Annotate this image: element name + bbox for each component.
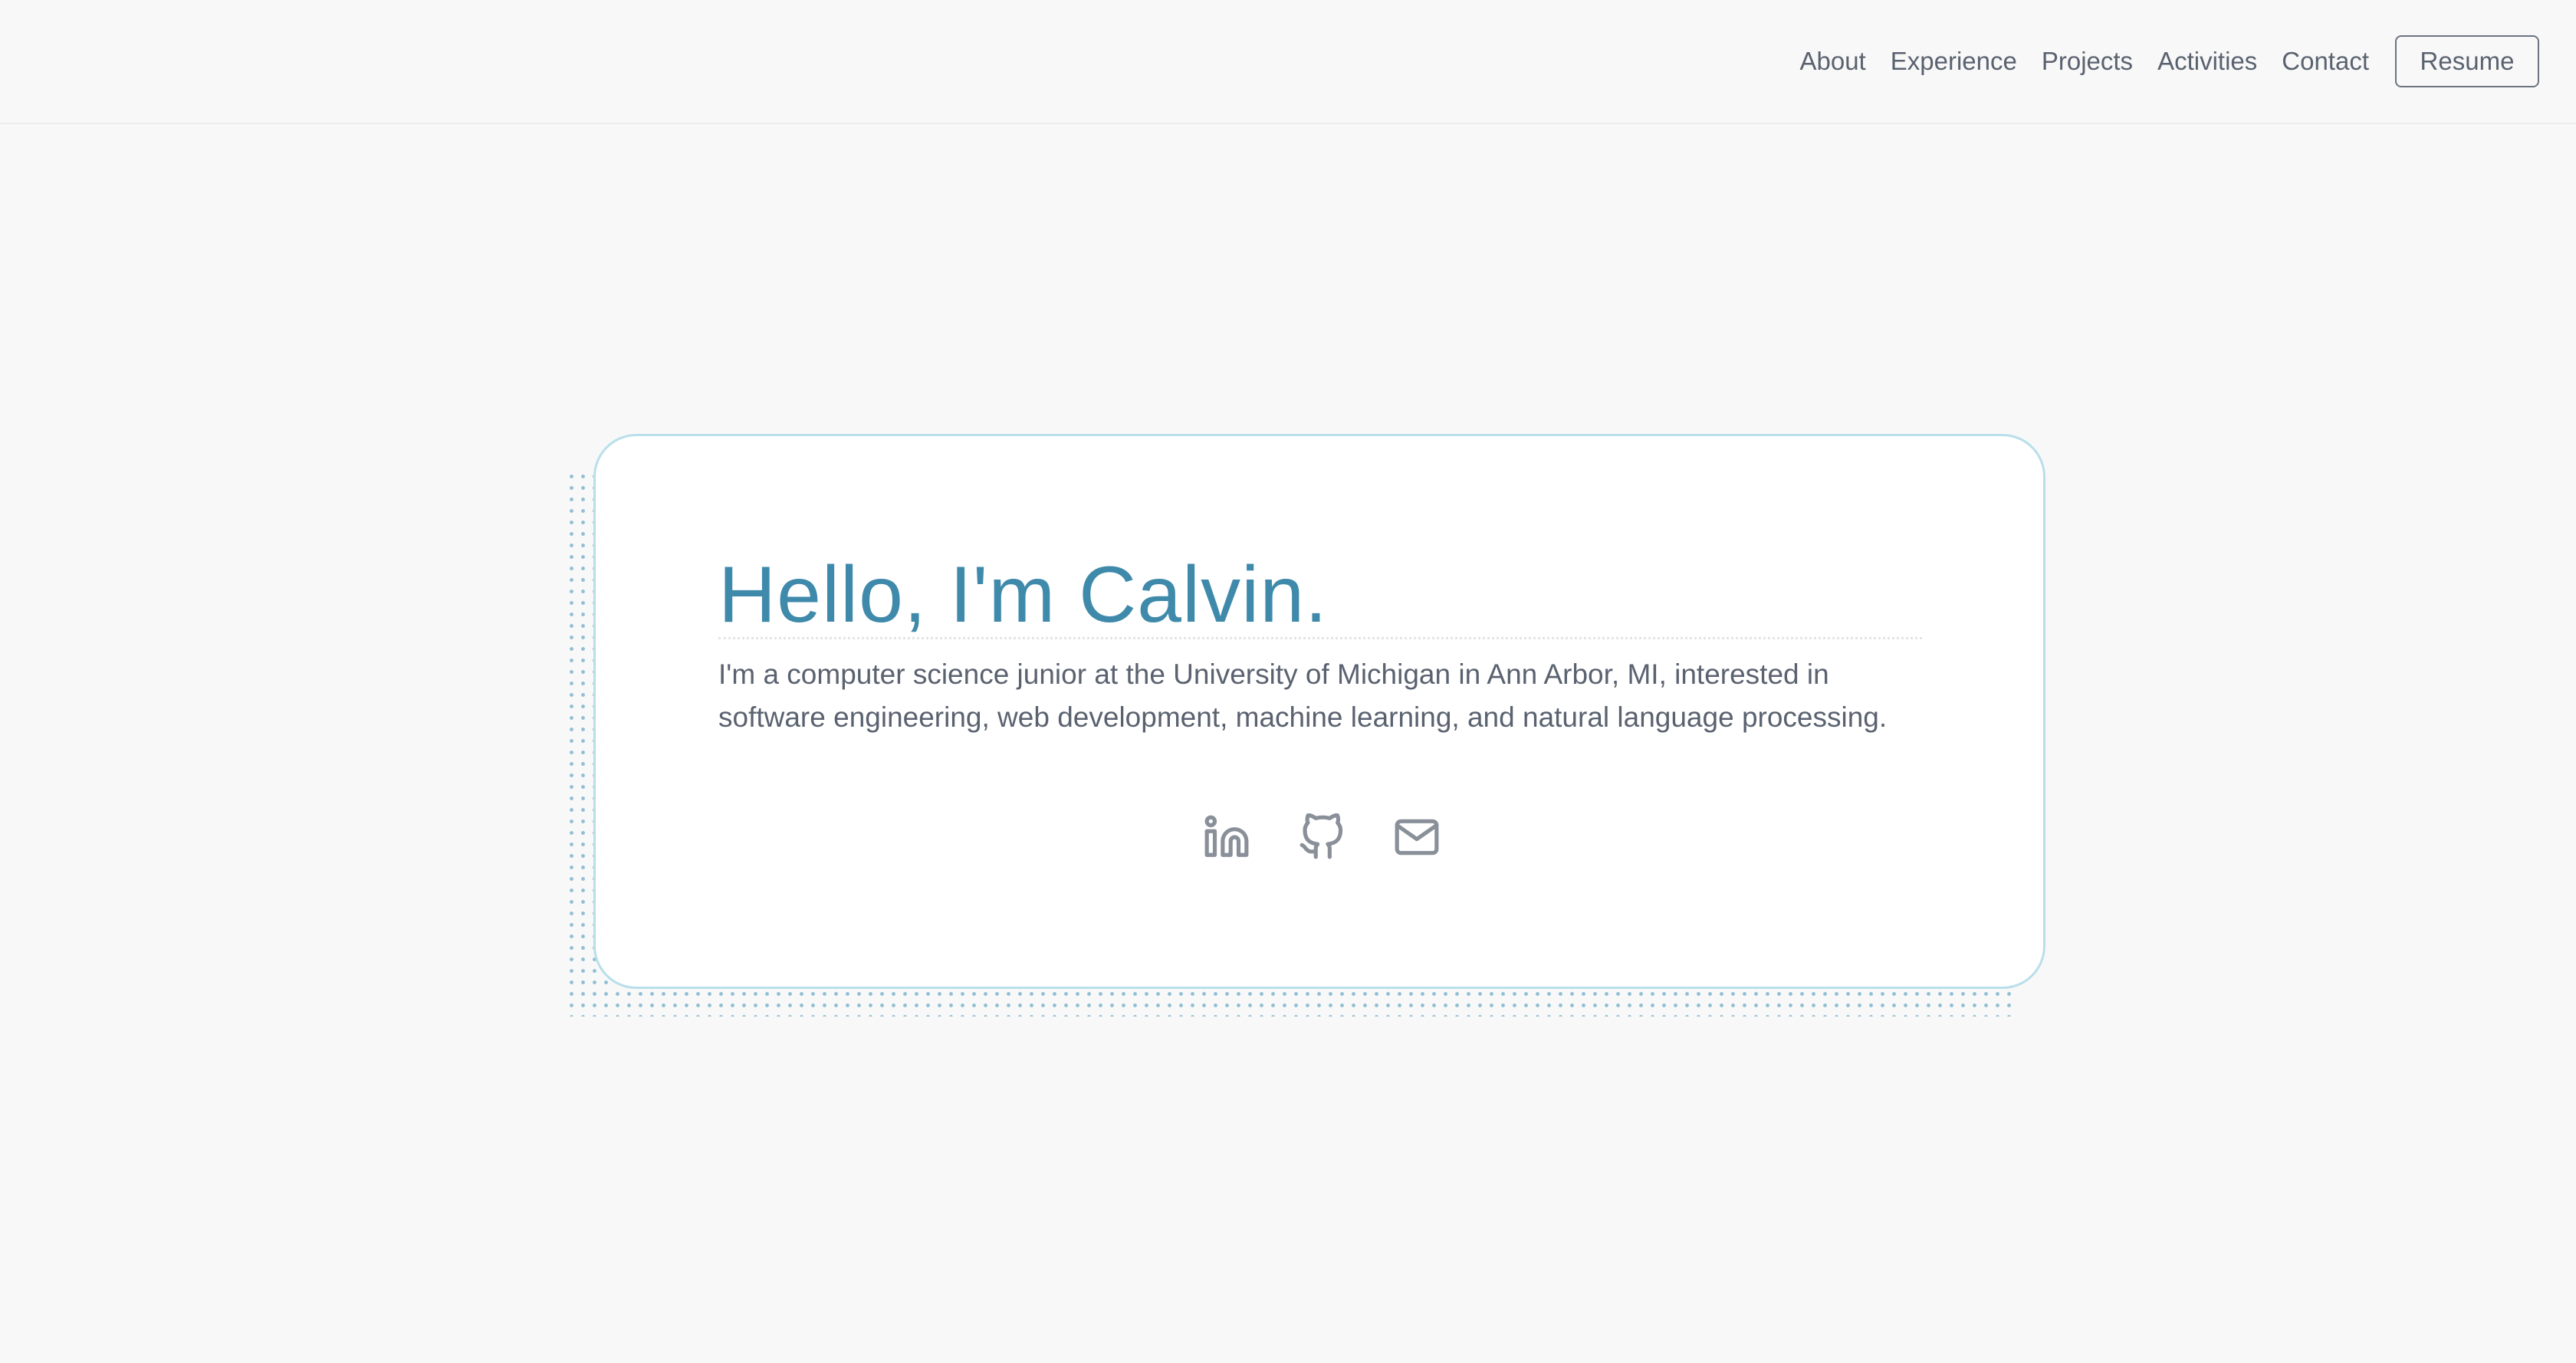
linkedin-icon — [1204, 815, 1249, 857]
hero-bio: I'm a computer science junior at the Uni… — [718, 659, 1888, 733]
headline-divider — [718, 637, 1922, 639]
nav-link-projects[interactable]: Projects — [2042, 41, 2133, 82]
github-link[interactable] — [1296, 812, 1347, 862]
nav-links: About Experience Projects Activities Con… — [1799, 35, 2539, 87]
nav-link-activities[interactable]: Activities — [2157, 41, 2257, 82]
linkedin-link[interactable] — [1201, 812, 1252, 862]
github-icon — [1300, 813, 1343, 859]
hero-card: Hello, I'm Calvin. I'm a computer scienc… — [593, 434, 2045, 989]
nav-link-experience[interactable]: Experience — [1891, 41, 2017, 82]
resume-button[interactable]: Resume — [2395, 35, 2539, 87]
mail-icon — [1395, 819, 1439, 856]
hero-headline: Hello, I'm Calvin. — [718, 550, 1328, 639]
nav-link-about[interactable]: About — [1799, 41, 1865, 82]
social-links — [596, 812, 2048, 862]
email-link[interactable] — [1392, 812, 1442, 862]
hero-card-wrapper: Hello, I'm Calvin. I'm a computer scienc… — [566, 434, 2045, 1017]
navbar: About Experience Projects Activities Con… — [0, 0, 2576, 124]
nav-link-contact[interactable]: Contact — [2282, 41, 2369, 82]
